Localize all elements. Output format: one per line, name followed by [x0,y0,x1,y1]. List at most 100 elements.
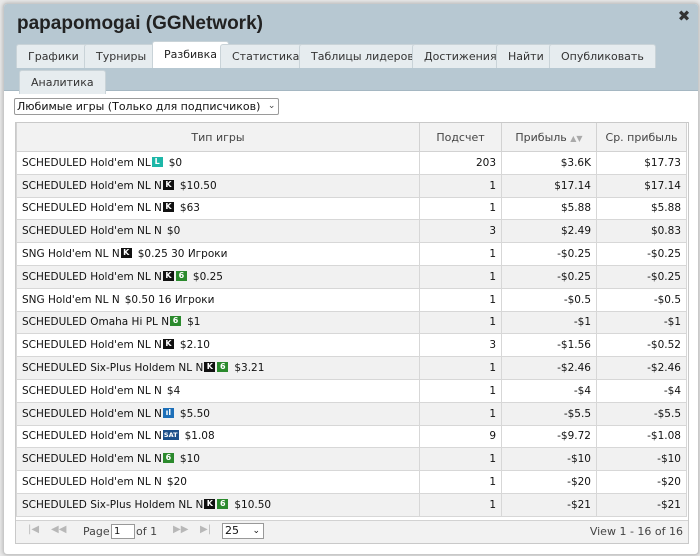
profit-cell: -$9.72 [501,424,597,449]
game-type-cell: SCHEDULED Hold'em NL N K $10.50 [16,173,420,198]
rows-per-page-select[interactable]: 25 ⌄ [222,523,264,539]
tab-analytics[interactable]: Аналитика [19,70,106,94]
game-type-cell: SCHEDULED Hold'em NL N $4 [16,378,420,403]
game-type-cell: SCHEDULED Hold'em NL N K 6 $0.25 [16,264,420,289]
table-row[interactable]: SCHEDULED Six-Plus Holdem NL N K 6 $3.21 1 -$… [16,356,687,380]
game-name: SCHEDULED Hold'em NL N [22,270,162,283]
table-row[interactable]: SCHEDULED Hold'em NL N K $63 1 $5.88 $5.88 [16,196,687,221]
game-badge-icon: L [151,156,163,167]
dialog-title: papapomogai (GGNetwork) [17,13,263,34]
game-type-cell: SCHEDULED Hold'em NL N K $63 [16,196,420,221]
game-badge-icon: 6 [170,316,182,327]
breakdown-grid: Тип игры Подсчет Прибыль ▲▼ Ср. прибыль … [15,122,689,544]
game-name: SCHEDULED Hold'em NL N [22,225,162,238]
game-badge-icon: K [162,270,174,281]
tab-publish[interactable]: Опубликовать [549,44,656,68]
last-page-icon[interactable]: ▶| [200,524,211,535]
avg-profit-cell: $17.14 [596,173,687,198]
count-cell: 3 [419,333,502,358]
game-stake: $4 [166,384,181,397]
game-badge-icon: 6 [175,270,187,281]
game-type-cell: SCHEDULED Hold'em NL N $0 [16,219,420,244]
table-row[interactable]: SCHEDULED Omaha Hi PL N 6 $1 1 -$1 -$1 [16,310,687,335]
prev-page-icon[interactable]: ◀◀ [51,524,66,535]
avg-profit-cell: $0.83 [596,219,687,244]
avg-profit-cell: -$21 [596,492,687,517]
count-cell: 3 [419,219,502,244]
game-type-cell: SCHEDULED Hold'em NL Nıl $5.50 [16,401,420,426]
tab-graphs[interactable]: Графики [16,44,91,68]
column-header-profit[interactable]: Прибыль ▲▼ [501,123,597,152]
table-row[interactable]: SCHEDULED Hold'em NL N $4 1 -$4 -$4 [16,378,687,403]
column-header-avg-profit[interactable]: Ср. прибыль [596,123,687,152]
game-name: SCHEDULED Hold'em NL N [22,430,162,443]
table-row[interactable]: SCHEDULED Hold'em NL L $0 203 $3.6K $17.73 [16,151,687,175]
profit-cell: -$1 [501,310,597,335]
count-cell: 1 [419,401,502,426]
table-row[interactable]: SCHEDULED Hold'em NL Nıl $5.50 1 -$5.5 -$5.5 [16,401,687,426]
table-row[interactable]: SCHEDULED Hold'em NL N 6 $10 1 -$10 -$10 [16,447,687,472]
table-row[interactable]: SCHEDULED Hold'em NL N $20 1 -$20 -$20 [16,470,687,494]
column-header-game-type[interactable]: Тип игры [16,123,420,152]
game-name: SCHEDULED Hold'em NL N [22,339,162,352]
avg-profit-cell: $5.88 [596,196,687,221]
profit-cell: -$4 [501,378,597,403]
game-name: SCHEDULED Six-Plus Holdem NL N [22,498,204,511]
table-row[interactable]: SCHEDULED Hold'em NL N SAT $1.08 9 -$9.72 -$1… [16,424,687,449]
count-cell: 1 [419,470,502,494]
page-label: Page [83,525,110,538]
column-header-count[interactable]: Подсчет [419,123,502,152]
table-row[interactable]: SCHEDULED Six-Plus Holdem NL N K 6 $10.50 1-… [16,492,687,517]
game-badge-icon: ıl [162,407,174,418]
profit-cell: $17.14 [501,173,597,198]
count-cell: 1 [419,242,502,266]
count-cell: 1 [419,287,502,312]
game-badge-icon: K [162,339,174,350]
first-page-icon[interactable]: |◀ [28,524,39,535]
tab-statistics[interactable]: Статистика [220,44,312,68]
game-name: SCHEDULED Omaha Hi PL N [22,316,170,329]
player-dialog: papapomogai (GGNetwork) ✖ Графики Турнир… [3,3,699,555]
game-name: SCHEDULED Six-Plus Holdem NL N [22,362,204,375]
profit-cell: -$1.56 [501,333,597,358]
tab-breakdown[interactable]: Разбивка [152,41,230,68]
page-input[interactable]: 1 [111,524,135,539]
game-filter-value: Любимые игры (Только для подписчиков) [17,100,261,113]
count-cell: 1 [419,173,502,198]
table-row[interactable]: SCHEDULED Hold'em NL N K 6 $0.25 1 -$0.25 -$0.… [16,264,687,289]
game-stake: $2.10 [179,339,210,352]
profit-cell: $2.49 [501,219,597,244]
tab-achievements[interactable]: Достижения [412,44,509,68]
game-badge-icon: K [204,362,216,373]
table-row[interactable]: SNG Hold'em NL N $0.50 16 Игроки 1 -$0.5 -$0… [16,287,687,312]
tab-search[interactable]: Найти [496,44,556,68]
game-stake: $0.25 30 Игроки [137,248,228,261]
game-type-cell: SCHEDULED Hold'em NL N SAT $1.08 [16,424,420,449]
view-info: View 1 - 16 of 16 [589,525,683,538]
game-name: SCHEDULED Hold'em NL N [22,384,162,397]
game-filter-select[interactable]: Любимые игры (Только для подписчиков) ⌄ [14,98,280,115]
profit-cell: -$0.25 [501,264,597,289]
table-row[interactable]: SCHEDULED Hold'em NL N K $2.10 3 -$1.56 -$0.5… [16,333,687,358]
close-icon[interactable]: ✖ [677,9,691,24]
breakdown-table: Тип игры Подсчет Прибыль ▲▼ Ср. прибыль … [16,123,687,517]
game-stake: $10 [179,453,200,466]
table-row[interactable]: SNG Hold'em NL N K $0.25 30 Игроки 1 -$0.25-… [16,242,687,266]
game-stake: $10.50 [179,179,217,192]
avg-profit-cell: -$20 [596,470,687,494]
game-stake: $0.50 16 Игроки [124,293,215,306]
tab-tournaments[interactable]: Турниры [84,44,159,68]
next-page-icon[interactable]: ▶▶ [173,524,188,535]
rows-per-page-value: 25 [225,524,239,537]
avg-profit-cell: -$10 [596,447,687,472]
game-badge-icon: 6 [217,362,229,373]
game-name: SNG Hold'em NL N [22,248,120,261]
tab-leaderboards[interactable]: Таблицы лидеров [299,44,426,68]
game-badge-icon: K [120,248,132,259]
table-row[interactable]: SCHEDULED Hold'em NL N K $10.50 1 $17.14 $17.… [16,173,687,198]
game-stake: $0 [166,225,181,238]
game-type-cell: SNG Hold'em NL N $0.50 16 Игроки [16,287,420,312]
avg-profit-cell: -$0.52 [596,333,687,358]
table-row[interactable]: SCHEDULED Hold'em NL N $0 3 $2.49 $0.83 [16,219,687,244]
avg-profit-cell: -$0.25 [596,264,687,289]
